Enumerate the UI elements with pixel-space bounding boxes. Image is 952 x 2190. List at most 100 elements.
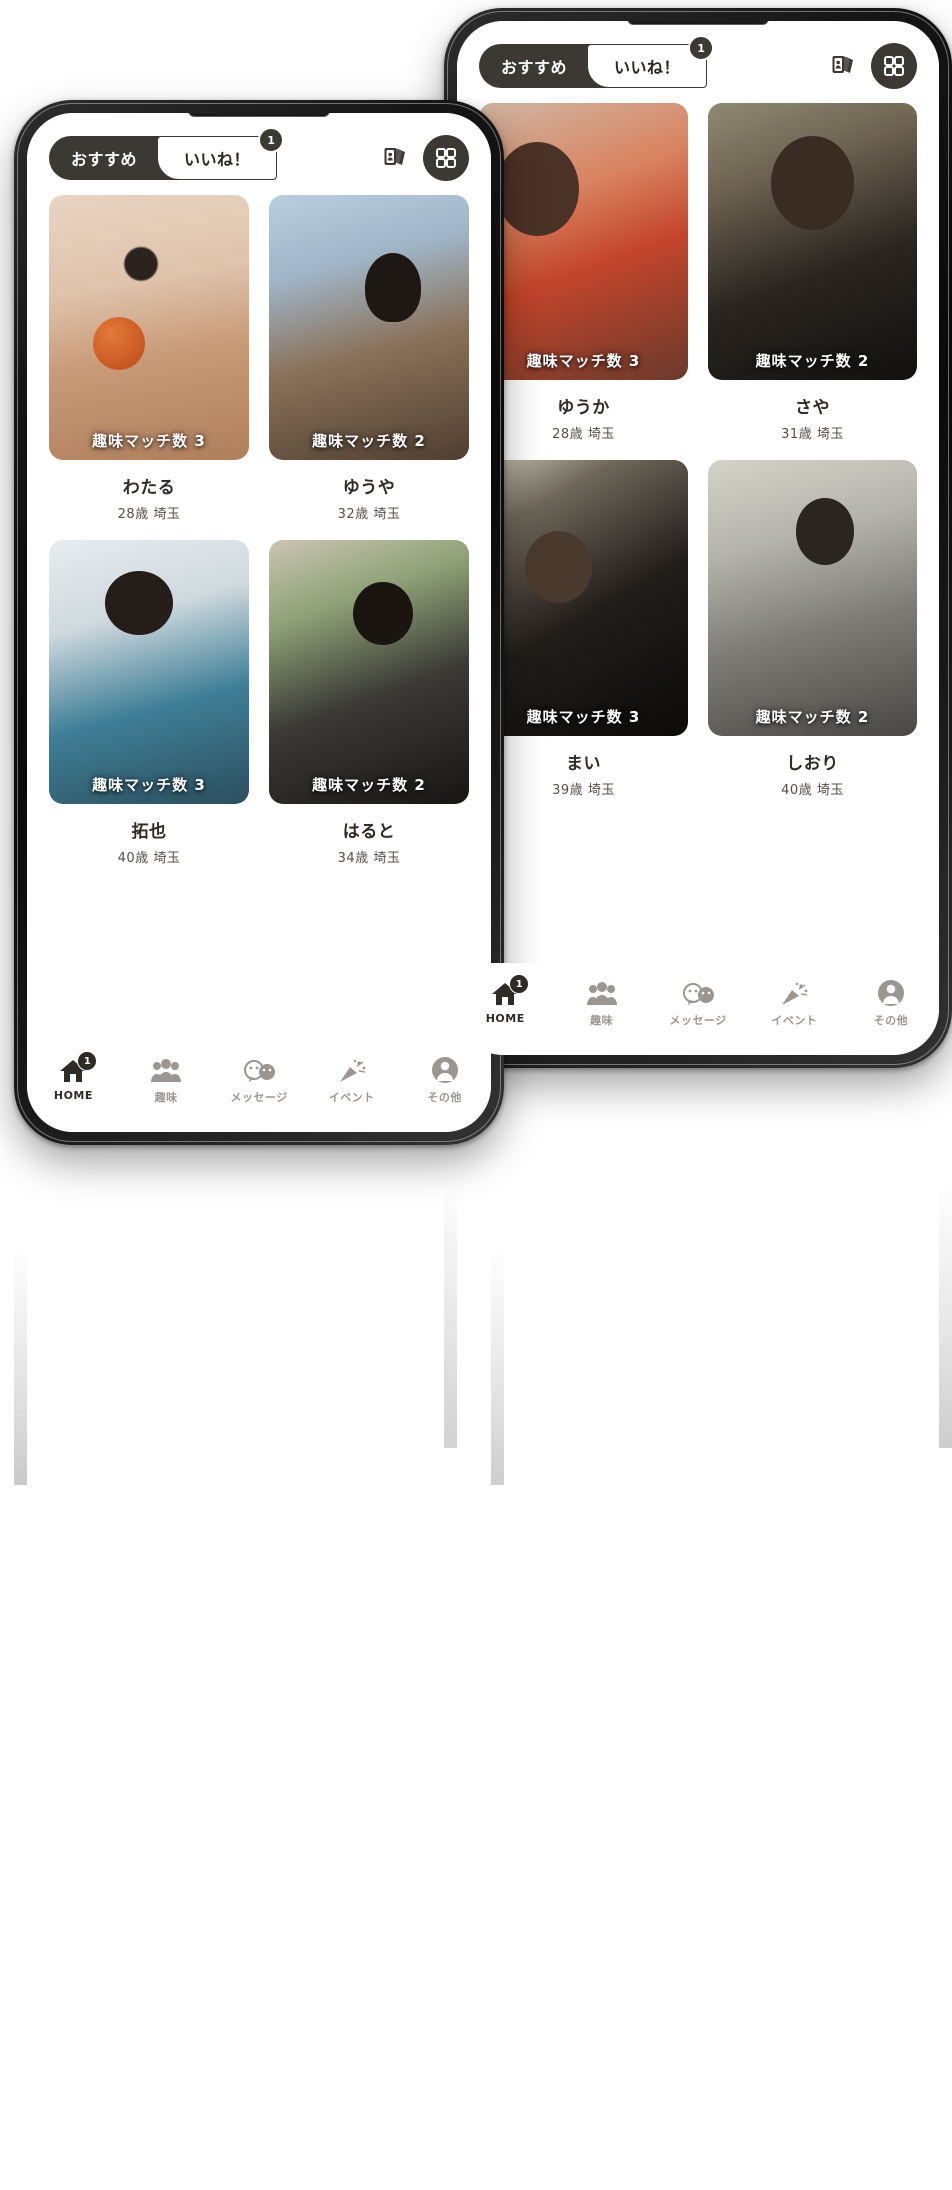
- profile-meta: 32歳 埼玉: [337, 506, 401, 522]
- reflection-tab: メッセージ: [213, 1185, 306, 1236]
- tabbar-item-hobby-back[interactable]: 趣味: [553, 977, 649, 1028]
- reflection-tabbar-front: 1 HOME 趣味 メッセージ イベント その他: [27, 1158, 491, 1250]
- reflection-tab: メッセージ: [650, 1108, 746, 1159]
- reflection-tab: その他: [398, 1185, 491, 1236]
- segmented-tabs-front[interactable]: おすすめ いいね！ 1: [49, 127, 285, 180]
- bottom-tabbar-front: 1 HOME 趣味 メッセージ イベント その他: [27, 1040, 491, 1132]
- home-icon: 1: [58, 1206, 98, 1239]
- card-stack-icon-back[interactable]: [829, 52, 857, 80]
- reflection-tab: イベント: [746, 1108, 842, 1159]
- profile-name: わたる: [122, 477, 176, 498]
- party-popper-icon: [337, 1206, 367, 1236]
- reflection-name: 拓也: [131, 1529, 167, 1549]
- like-badge-front: 1: [258, 127, 285, 153]
- phone-reflection-back: まい 39歳 埼玉 しおり 40歳 埼玉 1 HOME 趣味 メッセージ イベン…: [444, 1068, 952, 2128]
- people-icon: [586, 977, 618, 1007]
- reflection-tab: 趣味: [120, 1185, 213, 1236]
- reflection-tab-label: メッセージ: [230, 1186, 288, 1199]
- tab-recommend-back[interactable]: おすすめ: [479, 44, 589, 88]
- tabbar-label-other-front: その他: [427, 1091, 462, 1104]
- photo-woman-with-phone-orange-jacket: [479, 103, 688, 380]
- profile-name: ゆうか: [557, 397, 610, 418]
- reflection-home-badge: 1: [77, 1219, 98, 1239]
- tabbar-label-event-back: メッセージ: [669, 1014, 727, 1027]
- profile-photo[interactable]: 趣味マッチ数 2: [269, 195, 469, 460]
- reflection-tab-label: 趣味: [154, 1186, 178, 1199]
- profile-card-grid-front: 趣味マッチ数 3 わたる 28歳 埼玉 趣味マッチ数 2 ゆうや 32歳 埼玉: [27, 191, 491, 867]
- grid-view-button-front[interactable]: [423, 135, 469, 181]
- reflection-screen-back: まい 39歳 埼玉 しおり 40歳 埼玉 1 HOME 趣味 メッセージ イベン…: [457, 1081, 939, 2115]
- hobby-match-label: 趣味マッチ数 2: [755, 351, 870, 370]
- profile-photo[interactable]: 趣味マッチ数 2: [708, 459, 917, 737]
- profile-photo[interactable]: 趣味マッチ数 3: [479, 103, 688, 380]
- party-popper-icon: [779, 1129, 809, 1159]
- tabbar-item-event-front[interactable]: イベント: [305, 1054, 398, 1105]
- profile-card[interactable]: 趣味マッチ数 2 はると 34歳 埼玉: [269, 539, 469, 866]
- tabbar-item-home-front[interactable]: 1 HOME: [27, 1051, 120, 1102]
- tabbar-item-hobby-front[interactable]: 趣味: [120, 1054, 213, 1105]
- photo-woman-barista-pouring-coffee: [708, 459, 917, 737]
- profile-meta: 39歳 埼玉: [552, 783, 615, 799]
- reflection-screen-front: 拓也 40歳 埼玉 はると 34歳 埼玉 1 HOME 趣味 メッセージ イベン…: [27, 1158, 491, 2177]
- party-popper-icon: [337, 1054, 367, 1084]
- reflection-name: しおり: [786, 1557, 839, 1577]
- profile-photo[interactable]: 趣味マッチ数 2: [269, 539, 469, 805]
- reflection-tab-label: 趣味: [590, 1109, 614, 1122]
- profile-card[interactable]: 趣味マッチ数 2 ゆうや 32歳 埼玉: [269, 195, 469, 522]
- reflection-tab: 趣味: [553, 1108, 649, 1159]
- profile-photo[interactable]: 趣味マッチ数 3: [479, 459, 688, 737]
- profile-photo[interactable]: 趣味マッチ数 2: [708, 103, 917, 380]
- profile-card[interactable]: 趣味マッチ数 3 拓也 40歳 埼玉: [49, 539, 249, 866]
- person-circle-icon: [431, 1206, 459, 1236]
- tabbar-item-message-back[interactable]: メッセージ: [650, 977, 746, 1028]
- profile-photo[interactable]: 趣味マッチ数 3: [49, 195, 249, 460]
- app-header-back: おすすめ いいね！ 1: [457, 21, 939, 99]
- tabbar-item-other-front[interactable]: その他: [398, 1054, 491, 1105]
- reflection-tab-label: イベント: [771, 1109, 818, 1122]
- profile-card[interactable]: 趣味マッチ数 3 まい 39歳 埼玉: [479, 459, 688, 799]
- promo-stage: おすすめ いいね！ 1 趣味マッチ数 3 ゆうか 28歳 埼玉 趣味マッチ数 2…: [0, 0, 952, 2190]
- profile-name: まい: [566, 754, 601, 775]
- tabbar-item-other-back[interactable]: その他: [843, 977, 939, 1028]
- tabbar-item-home-back[interactable]: 1 HOME: [457, 974, 553, 1025]
- profile-meta: 31歳 埼玉: [781, 426, 844, 442]
- photo-man-with-glasses-teal-shirt: [49, 539, 249, 805]
- grid-view-button-back[interactable]: [871, 43, 917, 89]
- tabbar-item-message-front[interactable]: メッセージ: [213, 1054, 306, 1105]
- tab-recommend-front[interactable]: おすすめ: [49, 136, 159, 180]
- home-icon: 1: [490, 1129, 530, 1162]
- profile-card[interactable]: 趣味マッチ数 2 さや 31歳 埼玉: [708, 103, 917, 442]
- profile-card[interactable]: 趣味マッチ数 3 ゆうか 28歳 埼玉: [479, 103, 688, 442]
- profile-card[interactable]: 趣味マッチ数 2 しおり 40歳 埼玉: [708, 459, 917, 798]
- segmented-tabs-back[interactable]: おすすめ いいね！ 1: [479, 35, 715, 88]
- reflection-body-back: まい 39歳 埼玉 しおり 40歳 埼玉 1 HOME 趣味 メッセージ イベン…: [444, 1068, 952, 2128]
- phone-screen-front: おすすめ いいね！ 1 趣味マッチ数 3 わたる 28歳 埼玉 趣味マッチ数 2…: [27, 113, 491, 1132]
- hobby-match-label: 趣味マッチ数 2: [312, 776, 426, 795]
- tabbar-label-home-front: HOME: [53, 1089, 93, 1102]
- reflection-meta: 40歳 埼玉: [781, 1533, 844, 1548]
- reflection-speaker-front: [188, 2173, 330, 2177]
- header-actions-front: [381, 135, 469, 181]
- chat-bubbles-icon: [681, 977, 715, 1007]
- photo-woman-smiling-black-top: [708, 103, 917, 380]
- card-stack-icon-front[interactable]: [381, 144, 409, 172]
- profile-photo[interactable]: 趣味マッチ数 3: [49, 539, 249, 805]
- profile-name: はると: [342, 822, 396, 843]
- profile-card[interactable]: 趣味マッチ数 3 わたる 28歳 埼玉: [49, 195, 249, 522]
- earpiece-speaker-front: [188, 113, 330, 117]
- reflection-tab: イベント: [305, 1185, 398, 1236]
- phone-screen-back: おすすめ いいね！ 1 趣味マッチ数 3 ゆうか 28歳 埼玉 趣味マッチ数 2…: [457, 21, 939, 1055]
- reflection-tabbar-back: 1 HOME 趣味 メッセージ イベント その他: [457, 1081, 939, 1173]
- tabbar-label-home-back: HOME: [485, 1012, 525, 1025]
- tabbar-item-event-back[interactable]: イベント: [746, 977, 842, 1028]
- home-badge-back: 1: [509, 974, 530, 994]
- reflection-grid-front: 拓也 40歳 埼玉 はると 34歳 埼玉: [27, 1505, 491, 2177]
- profile-name: ゆうや: [342, 477, 396, 498]
- reflection-tab-label: その他: [427, 1186, 462, 1199]
- profile-name: 拓也: [131, 822, 167, 843]
- photo-man-driving-car: [269, 539, 469, 805]
- people-icon: [150, 1054, 182, 1084]
- party-popper-icon: [779, 977, 809, 1007]
- tabbar-label-message-front: メッセージ: [230, 1091, 288, 1104]
- chat-bubbles-icon: [681, 1129, 715, 1159]
